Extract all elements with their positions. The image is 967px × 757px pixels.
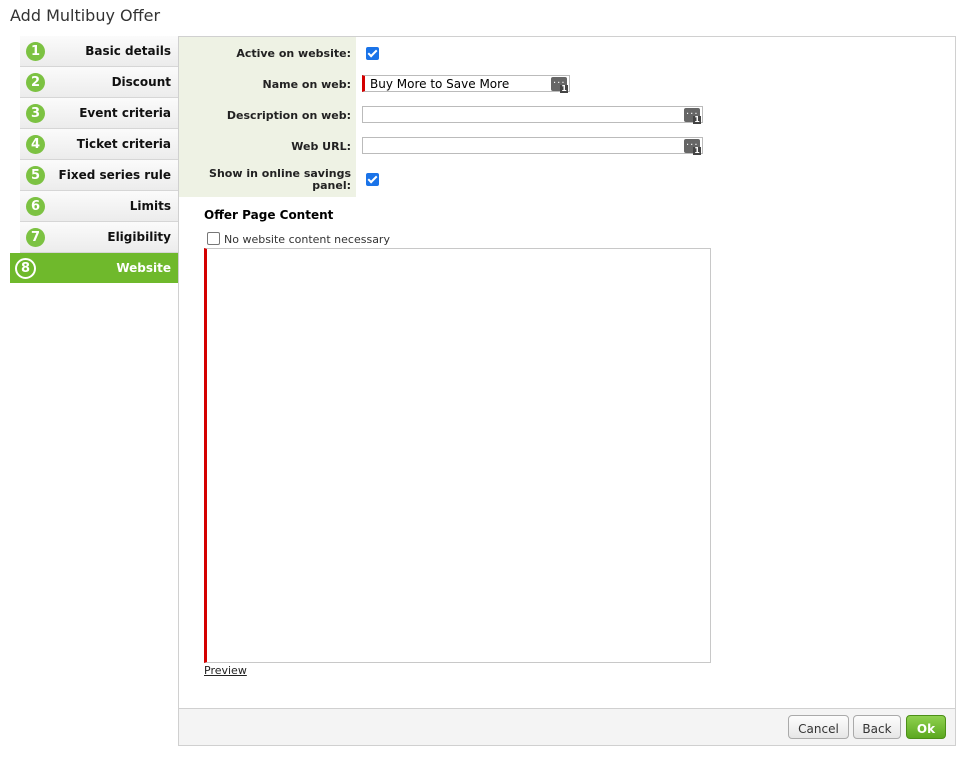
no-content-checkbox[interactable]	[207, 232, 220, 245]
name-input[interactable]: Buy More to Save More 1	[362, 72, 570, 93]
name-label: Name on web:	[262, 78, 352, 91]
step-label: Event criteria	[79, 106, 171, 120]
offer-page-content-title: Offer Page Content	[204, 208, 334, 222]
wizard-steps: 1 Basic details 2 Discount 3 Event crite…	[10, 36, 188, 283]
field-badge: 1	[693, 115, 701, 124]
description-input[interactable]: 1	[362, 103, 703, 124]
step-number-7: 7	[26, 228, 45, 247]
dialog-footer: Cancel Back Ok	[179, 708, 955, 745]
no-content-option[interactable]: No website content necessary	[207, 232, 390, 246]
url-label: Web URL:	[291, 140, 351, 153]
step-label: Ticket criteria	[76, 137, 171, 151]
description-label: Description on web:	[226, 109, 351, 122]
step-event-criteria[interactable]: 3 Event criteria	[20, 98, 179, 129]
step-fixed-series-rule[interactable]: 5 Fixed series rule	[20, 160, 179, 191]
no-content-label: No website content necessary	[224, 233, 390, 246]
offer-content-editor[interactable]	[204, 248, 711, 663]
preview-link[interactable]: Preview	[204, 664, 247, 677]
active-checkbox[interactable]	[366, 47, 379, 60]
step-number-3: 3	[26, 104, 45, 123]
savings-label-line2: panel:	[312, 179, 351, 192]
step-number-2: 2	[26, 73, 45, 92]
step-label: Discount	[111, 75, 171, 89]
step-eligibility[interactable]: 7 Eligibility	[20, 222, 179, 253]
step-label: Eligibility	[107, 230, 171, 244]
step-discount[interactable]: 2 Discount	[20, 67, 179, 98]
step-number-1: 1	[26, 42, 45, 61]
text-lookup-icon[interactable]: 1	[684, 134, 701, 155]
back-button[interactable]: Back	[853, 715, 901, 739]
text-lookup-icon[interactable]: 1	[551, 72, 568, 93]
url-input[interactable]: 1	[362, 134, 703, 155]
savings-checkbox[interactable]	[366, 173, 379, 186]
step-number-8: 8	[15, 258, 36, 279]
cancel-button[interactable]: Cancel	[788, 715, 849, 739]
text-lookup-icon[interactable]: 1	[684, 103, 701, 124]
step-ticket-criteria[interactable]: 4 Ticket criteria	[20, 129, 179, 160]
name-input-value: Buy More to Save More	[370, 77, 510, 91]
step-label: Basic details	[85, 44, 171, 58]
step-label: Website	[116, 261, 171, 275]
active-label: Active on website:	[236, 47, 351, 60]
website-panel: Active on website: Name on web: Buy More…	[178, 36, 956, 746]
field-badge: 1	[693, 146, 701, 155]
step-number-4: 4	[26, 135, 45, 154]
step-number-5: 5	[26, 166, 45, 185]
ok-button[interactable]: Ok	[906, 715, 946, 739]
step-basic-details[interactable]: 1 Basic details	[20, 36, 179, 67]
step-limits[interactable]: 6 Limits	[20, 191, 179, 222]
field-badge: 1	[560, 84, 568, 93]
step-website[interactable]: 8 Website	[10, 253, 188, 283]
step-label: Fixed series rule	[58, 168, 171, 182]
window-title: Add Multibuy Offer	[10, 6, 161, 25]
step-number-6: 6	[26, 197, 45, 216]
savings-label: Show in online savings panel:	[179, 168, 351, 192]
step-label: Limits	[129, 199, 171, 213]
